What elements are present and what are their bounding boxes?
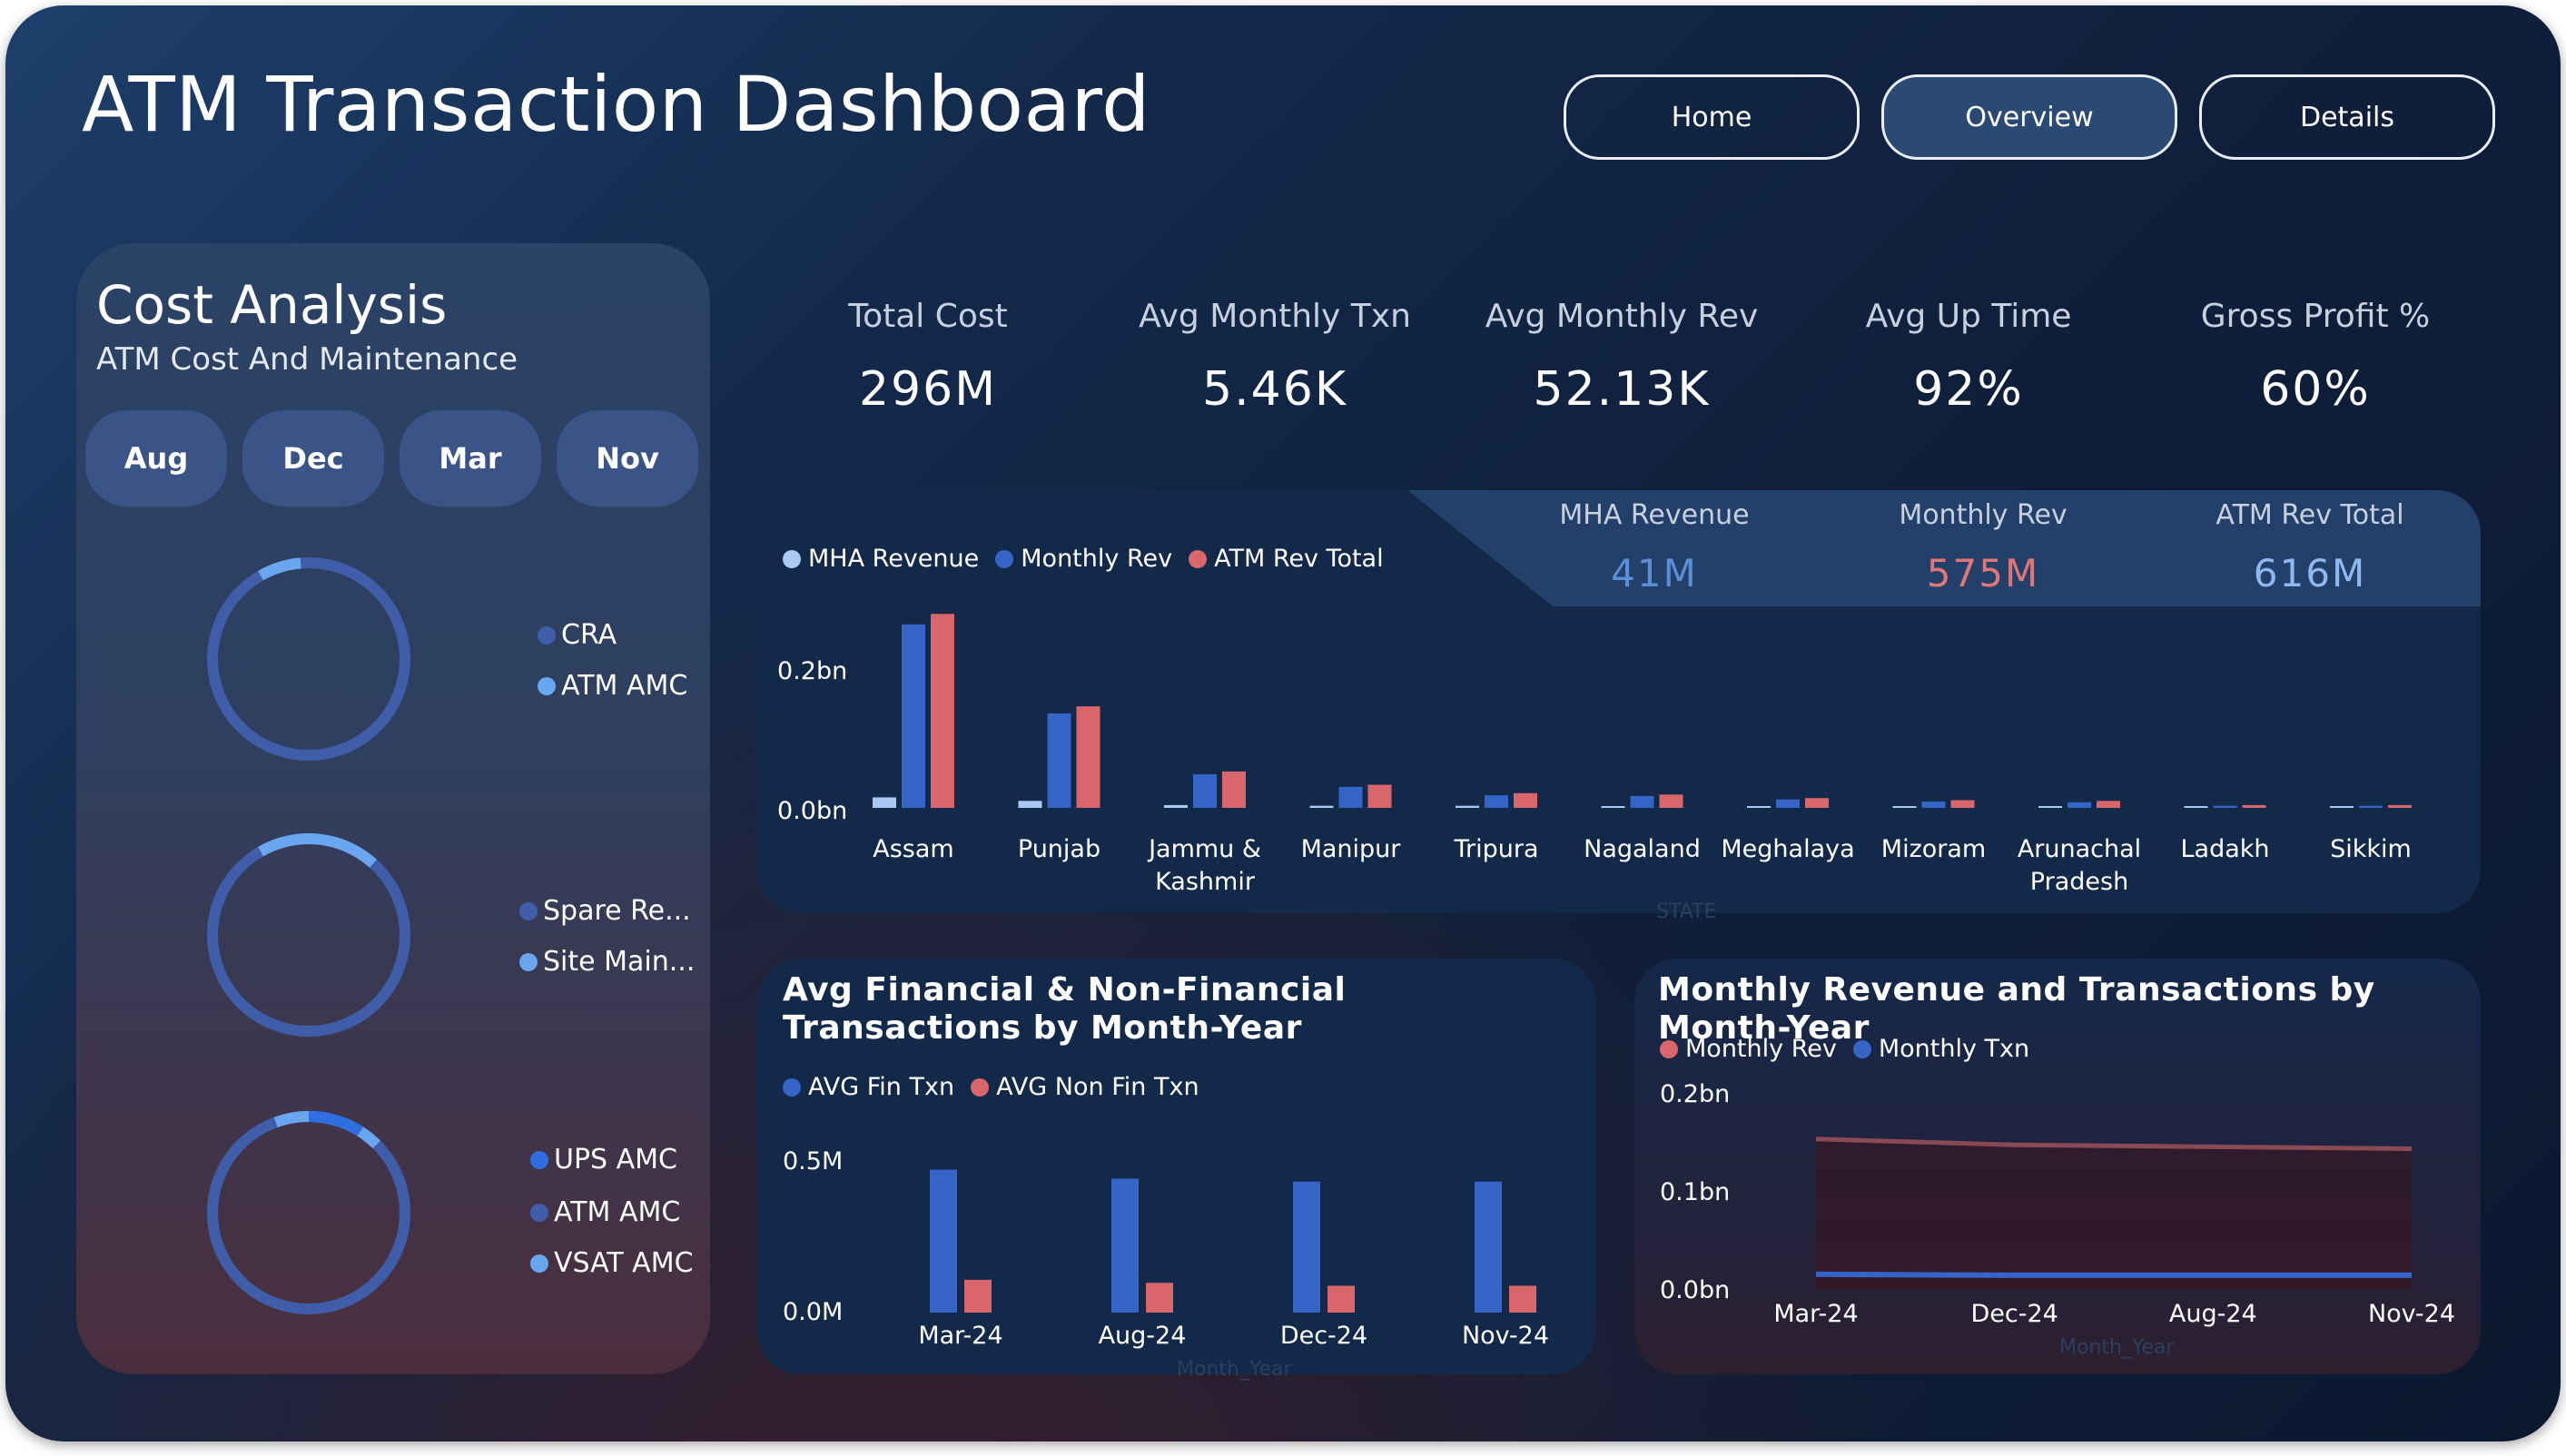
x-tick-label-dec-24: Dec-24 bbox=[1970, 1300, 2058, 1328]
x-tick-label-aug-24: Aug-24 bbox=[2168, 1300, 2257, 1328]
dashboard-frame: ATM Transaction Dashboard Home Overview … bbox=[5, 5, 2561, 1441]
x-tick-label-nov-24: Nov-24 bbox=[2367, 1300, 2456, 1328]
monthly-rev-txn-chart bbox=[1815, 1136, 2413, 1289]
monthly-txn-line bbox=[1815, 1271, 2412, 1278]
monthly-rev-area bbox=[1816, 1138, 2412, 1289]
x-axis-title: Month_Year bbox=[2059, 1336, 2175, 1359]
x-tick-label-mar-24: Mar-24 bbox=[1773, 1300, 1859, 1328]
